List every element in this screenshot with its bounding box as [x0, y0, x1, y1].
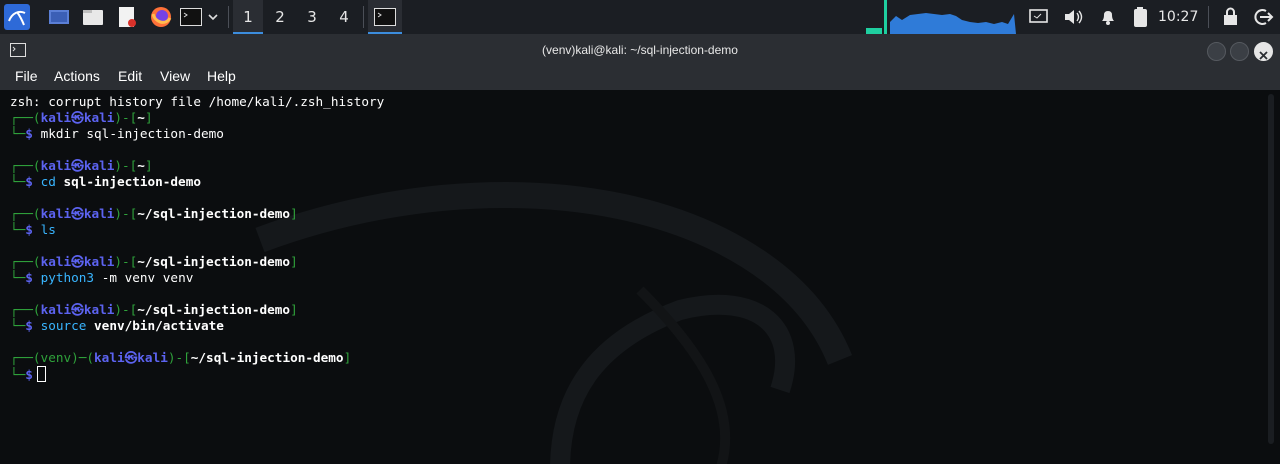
menu-help[interactable]: Help: [207, 68, 236, 84]
text-editor-icon[interactable]: [116, 6, 138, 28]
file-manager-icon[interactable]: [82, 6, 104, 28]
prompt-line: ┌──(kali㉿kali)-[~/sql-injection-demo]: [10, 206, 298, 221]
menu-file[interactable]: File: [15, 68, 38, 84]
command-args: sql-injection-demo: [86, 126, 224, 141]
current-prompt-line: ┌──(venv)─(kali㉿kali)-[~/sql-injection-d…: [10, 350, 352, 365]
battery-icon: [1131, 6, 1153, 28]
command-args: venv/bin/activate: [94, 318, 224, 333]
current-command-line[interactable]: └─$: [10, 366, 46, 382]
menu-edit[interactable]: Edit: [118, 68, 142, 84]
menu-bar: File Actions Edit View Help: [0, 66, 1280, 90]
command-name: mkdir: [40, 126, 79, 141]
display-icon[interactable]: [1028, 6, 1050, 28]
volume-icon[interactable]: [1062, 6, 1084, 28]
separator: [363, 6, 364, 28]
separator: [228, 6, 229, 28]
terminal-icon[interactable]: [180, 6, 202, 28]
window-title: (venv)kali@kali: ~/sql-injection-demo: [542, 43, 738, 57]
minimize-button[interactable]: [1207, 42, 1226, 61]
close-icon: [1258, 46, 1269, 65]
command-name: python3: [40, 270, 95, 285]
logout-icon[interactable]: [1252, 6, 1274, 28]
prompt-line: ┌──(kali㉿kali)-[~/sql-injection-demo]: [10, 302, 298, 317]
kali-menu-icon[interactable]: [4, 4, 30, 30]
text-cursor: [36, 366, 46, 382]
workspace-2[interactable]: 2: [265, 0, 295, 34]
window-titlebar[interactable]: (venv)kali@kali: ~/sql-injection-demo: [0, 34, 1280, 66]
command-line: └─$ mkdir sql-injection-demo: [10, 126, 224, 141]
prompt-line: ┌──(kali㉿kali)-[~]: [10, 110, 153, 125]
workspace-4[interactable]: 4: [329, 0, 359, 34]
close-button[interactable]: [1254, 42, 1273, 61]
clock[interactable]: 10:27: [1158, 0, 1198, 34]
prompt-line: ┌──(kali㉿kali)-[~]: [10, 158, 153, 173]
firefox-icon[interactable]: [150, 6, 172, 28]
command-name: ls: [40, 222, 56, 237]
command-name: source: [40, 318, 87, 333]
command-name: cd: [40, 174, 56, 189]
chevron-down-icon[interactable]: [206, 6, 228, 28]
workspace-3[interactable]: 3: [297, 0, 327, 34]
taskbar: 1 2 3 4 10:27: [0, 0, 1280, 34]
menu-view[interactable]: View: [160, 68, 190, 84]
prompt-line: ┌──(kali㉿kali)-[~/sql-injection-demo]: [10, 254, 298, 269]
cpu-graph: [866, 0, 1020, 34]
command-line: └─$ source venv/bin/activate: [10, 318, 224, 333]
lock-icon[interactable]: [1220, 6, 1242, 28]
notification-bell-icon[interactable]: [1097, 6, 1119, 28]
task-terminal-icon: [374, 6, 396, 32]
command-line: └─$ cd sql-injection-demo: [10, 174, 201, 189]
terminal-area[interactable]: zsh: corrupt history file /home/kali/.zs…: [0, 90, 1280, 464]
command-line: └─$ ls: [10, 222, 56, 237]
command-args: sql-injection-demo: [63, 174, 201, 189]
terminal-scrollbar[interactable]: [1268, 94, 1274, 444]
task-terminal-window[interactable]: [368, 0, 402, 34]
desktop-icon[interactable]: [48, 6, 70, 28]
history-warning: zsh: corrupt history file /home/kali/.zs…: [10, 94, 385, 109]
command-line: └─$ python3 -m venv venv: [10, 270, 194, 285]
maximize-button[interactable]: [1230, 42, 1249, 61]
separator: [1208, 6, 1209, 28]
menu-actions[interactable]: Actions: [54, 68, 100, 84]
workspace-1[interactable]: 1: [233, 0, 263, 34]
command-args: -m venv venv: [101, 270, 194, 285]
